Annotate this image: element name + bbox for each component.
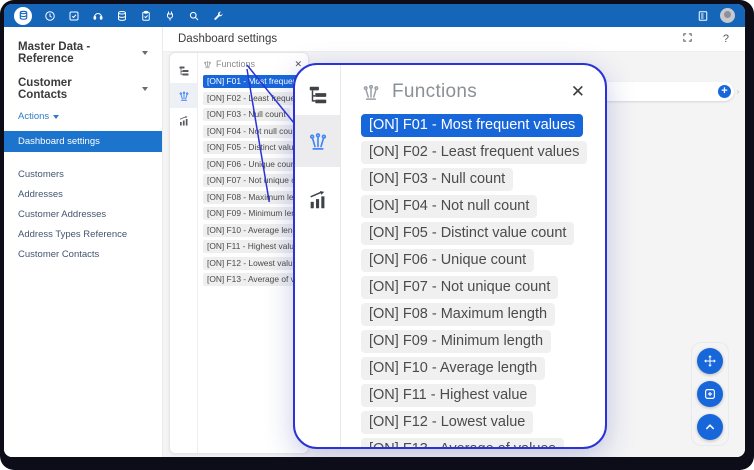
sidebar-entity-list: CustomersAddressesCustomer AddressesAddr… [4, 164, 162, 264]
sidebar-item-dashboard-settings[interactable]: Dashboard settings [4, 131, 162, 152]
popup-header: Functions ✕ [361, 81, 599, 103]
function-item[interactable]: [ON] F03 - Null count [203, 108, 290, 121]
page-title: Dashboard settings [178, 33, 277, 45]
sidebar-item[interactable]: Addresses [4, 184, 162, 204]
sidebar-item[interactable]: Customers [4, 164, 162, 184]
function-item[interactable]: [ON] F11 - Highest value [361, 384, 536, 407]
function-item[interactable]: [ON] F04 - Not null count [361, 195, 537, 218]
headset-icon[interactable] [91, 9, 104, 22]
workspace-selector-label: Master Data - Reference [18, 41, 120, 65]
actions-label: Actions [18, 111, 49, 122]
screenshot-frame: Master Data - Reference Customer Contact… [0, 0, 754, 470]
entity-selector[interactable]: Customer Contacts [4, 72, 162, 108]
clipboard-check-icon[interactable] [139, 9, 152, 22]
functions-popup: Functions ✕ [ON] F01 - Most frequent val… [293, 63, 607, 449]
sidebar-item[interactable]: Address Types Reference [4, 224, 162, 244]
add-widget-button[interactable]: + [718, 85, 731, 98]
popup-body: Functions ✕ [ON] F01 - Most frequent val… [341, 65, 605, 447]
function-item[interactable]: [ON] F08 - Maximum length [361, 303, 555, 326]
wrench-icon[interactable] [211, 9, 224, 22]
tree-hierarchy-icon[interactable] [170, 58, 197, 83]
functions-crown-icon[interactable] [295, 115, 340, 167]
panel-title: Functions [216, 59, 255, 69]
dashboard-settings-content: + › [163, 52, 745, 457]
sidebar-item[interactable]: Customer Contacts [4, 244, 162, 264]
task-check-icon[interactable] [67, 9, 80, 22]
form-list-icon[interactable] [696, 9, 709, 22]
function-item[interactable]: [ON] F12 - Lowest value [361, 411, 533, 434]
panel-body: Functions ✕ [ON] F01 - Most frequent val… [198, 53, 308, 453]
help-icon[interactable]: ? [723, 33, 729, 45]
move-icon[interactable] [697, 348, 723, 374]
database-icon[interactable] [115, 9, 128, 22]
add-box-icon[interactable] [697, 381, 723, 407]
chevron-up-icon[interactable] [697, 414, 723, 440]
search-icon[interactable] [187, 9, 200, 22]
actions-menu[interactable]: Actions [4, 108, 162, 122]
clock-icon[interactable] [43, 9, 56, 22]
chevron-down-icon [142, 87, 148, 91]
function-item[interactable]: [ON] F01 - Most frequent values [361, 114, 583, 137]
functions-panel: Functions ✕ [ON] F01 - Most frequent val… [169, 52, 309, 454]
fullscreen-icon[interactable] [682, 30, 693, 48]
chevron-right-icon[interactable]: › [734, 87, 742, 96]
floating-action-buttons [691, 342, 729, 446]
function-item[interactable]: [ON] F04 - Not null count [203, 125, 304, 138]
chevron-down-icon [142, 51, 148, 55]
close-icon[interactable]: ✕ [571, 82, 585, 102]
chart-icon[interactable] [170, 108, 197, 133]
entity-selector-label: Customer Contacts [18, 77, 120, 101]
function-item[interactable]: [ON] F03 - Null count [361, 168, 513, 191]
plug-icon[interactable] [163, 9, 176, 22]
function-item[interactable]: [ON] F06 - Unique count [361, 249, 534, 272]
workspace-selector[interactable]: Master Data - Reference [4, 34, 162, 72]
function-item[interactable]: [ON] F09 - Minimum length [361, 330, 551, 353]
sidebar-item[interactable]: Customer Addresses [4, 204, 162, 224]
popup-title: Functions [392, 81, 477, 103]
function-item[interactable]: [ON] F06 - Unique count [203, 158, 302, 171]
panel-header: Functions ✕ [203, 57, 308, 71]
function-item[interactable]: [ON] F12 - Lowest value [203, 257, 301, 270]
function-item[interactable]: [ON] F07 - Not unique count [361, 276, 558, 299]
tree-hierarchy-icon[interactable] [295, 81, 340, 109]
panel-icon-rail [170, 53, 198, 453]
functions-list-popup: [ON] F01 - Most frequent values [ON] F02 … [361, 114, 599, 447]
function-item[interactable]: [ON] F13 - Average of values [361, 438, 564, 447]
sidebar: Master Data - Reference Customer Contact… [4, 27, 163, 457]
popup-icon-rail [295, 65, 341, 447]
function-item[interactable]: [ON] F05 - Distinct value count [361, 222, 574, 245]
functions-crown-icon[interactable] [170, 83, 197, 108]
main-area: Dashboard settings ? + › [163, 27, 745, 457]
chart-icon[interactable] [295, 185, 340, 215]
function-item[interactable]: [ON] F10 - Average length [361, 357, 545, 380]
logo-database-icon[interactable] [14, 7, 32, 25]
functions-crown-icon [361, 82, 381, 102]
function-item[interactable]: [ON] F02 - Least frequent values [361, 141, 587, 164]
main-titlebar: Dashboard settings ? [163, 27, 745, 52]
app-window: Master Data - Reference Customer Contact… [4, 4, 745, 457]
user-avatar[interactable] [720, 8, 735, 23]
function-item[interactable]: [ON] F11 - Highest value [203, 240, 303, 253]
topbar [4, 4, 745, 27]
chevron-down-icon [53, 115, 59, 119]
functions-crown-icon [203, 60, 212, 69]
